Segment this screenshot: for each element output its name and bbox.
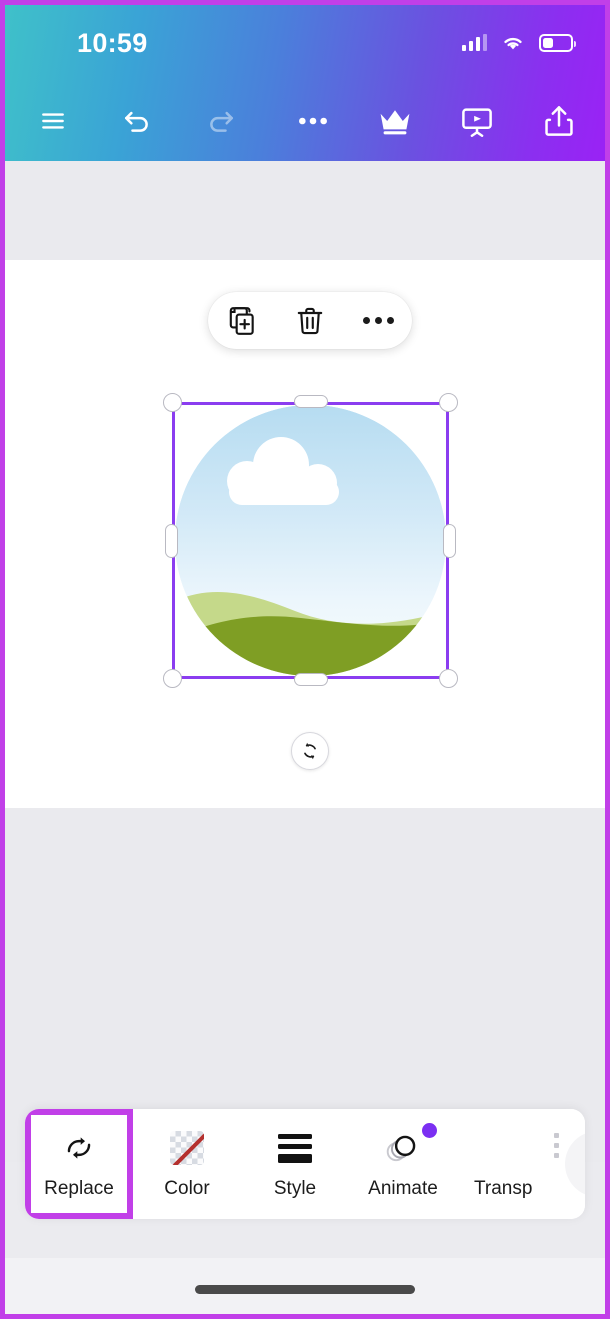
- tool-label: Color: [164, 1178, 210, 1199]
- tool-replace[interactable]: Replace: [25, 1109, 133, 1219]
- tool-color[interactable]: Color: [133, 1109, 241, 1219]
- tool-animate[interactable]: Animate: [349, 1109, 457, 1219]
- redo-icon[interactable]: [195, 95, 247, 147]
- present-icon[interactable]: [451, 95, 503, 147]
- transparency-icon: [554, 1133, 559, 1158]
- resize-handle-bottom-right[interactable]: [439, 669, 458, 688]
- close-icon[interactable]: [565, 1131, 585, 1197]
- tool-style[interactable]: Style: [241, 1109, 349, 1219]
- tool-label: Replace: [44, 1178, 114, 1199]
- share-icon[interactable]: [533, 95, 585, 147]
- more-options-icon[interactable]: [287, 95, 339, 147]
- tool-label: Style: [273, 1178, 317, 1199]
- tool-transparency[interactable]: Transp: [457, 1109, 565, 1219]
- menu-icon[interactable]: [27, 95, 79, 147]
- selected-element[interactable]: [163, 393, 458, 688]
- undo-icon[interactable]: [111, 95, 163, 147]
- replace-icon: [56, 1128, 102, 1168]
- selection-frame: [172, 402, 449, 679]
- status-indicators: [461, 34, 576, 52]
- rotate-icon[interactable]: [291, 732, 329, 770]
- style-icon: [272, 1128, 318, 1168]
- trash-icon[interactable]: [285, 296, 335, 346]
- crown-icon[interactable]: [369, 95, 421, 147]
- resize-handle-right[interactable]: [443, 523, 456, 558]
- home-indicator[interactable]: [195, 1285, 415, 1294]
- battery-icon: [539, 34, 576, 52]
- resize-handle-top[interactable]: [293, 395, 328, 408]
- app-toolbar: [5, 81, 605, 161]
- element-context-toolbar: [208, 292, 412, 349]
- resize-handle-top-right[interactable]: [439, 393, 458, 412]
- status-time: 10:59: [77, 27, 148, 58]
- phone-screen: 10:59 Replace Color Style Animate Transp: [0, 0, 610, 1319]
- resize-handle-left[interactable]: [165, 523, 178, 558]
- resize-handle-top-left[interactable]: [163, 393, 182, 412]
- animate-badge: [422, 1123, 437, 1138]
- animate-icon: [380, 1128, 426, 1168]
- close-bar-area: [565, 1109, 585, 1219]
- tool-label: Animate: [368, 1178, 438, 1199]
- tool-label: Transp: [474, 1178, 533, 1199]
- resize-handle-bottom-left[interactable]: [163, 669, 182, 688]
- element-action-bar: Replace Color Style Animate Transp: [25, 1109, 585, 1219]
- resize-handle-bottom[interactable]: [293, 673, 328, 686]
- more-icon[interactable]: [353, 296, 403, 346]
- cellular-signal-icon: [461, 34, 487, 51]
- duplicate-icon[interactable]: [217, 296, 267, 346]
- wifi-icon: [501, 34, 525, 52]
- home-indicator-area: [5, 1258, 605, 1314]
- color-swatch-icon: [164, 1128, 210, 1168]
- status-bar: 10:59: [5, 5, 605, 81]
